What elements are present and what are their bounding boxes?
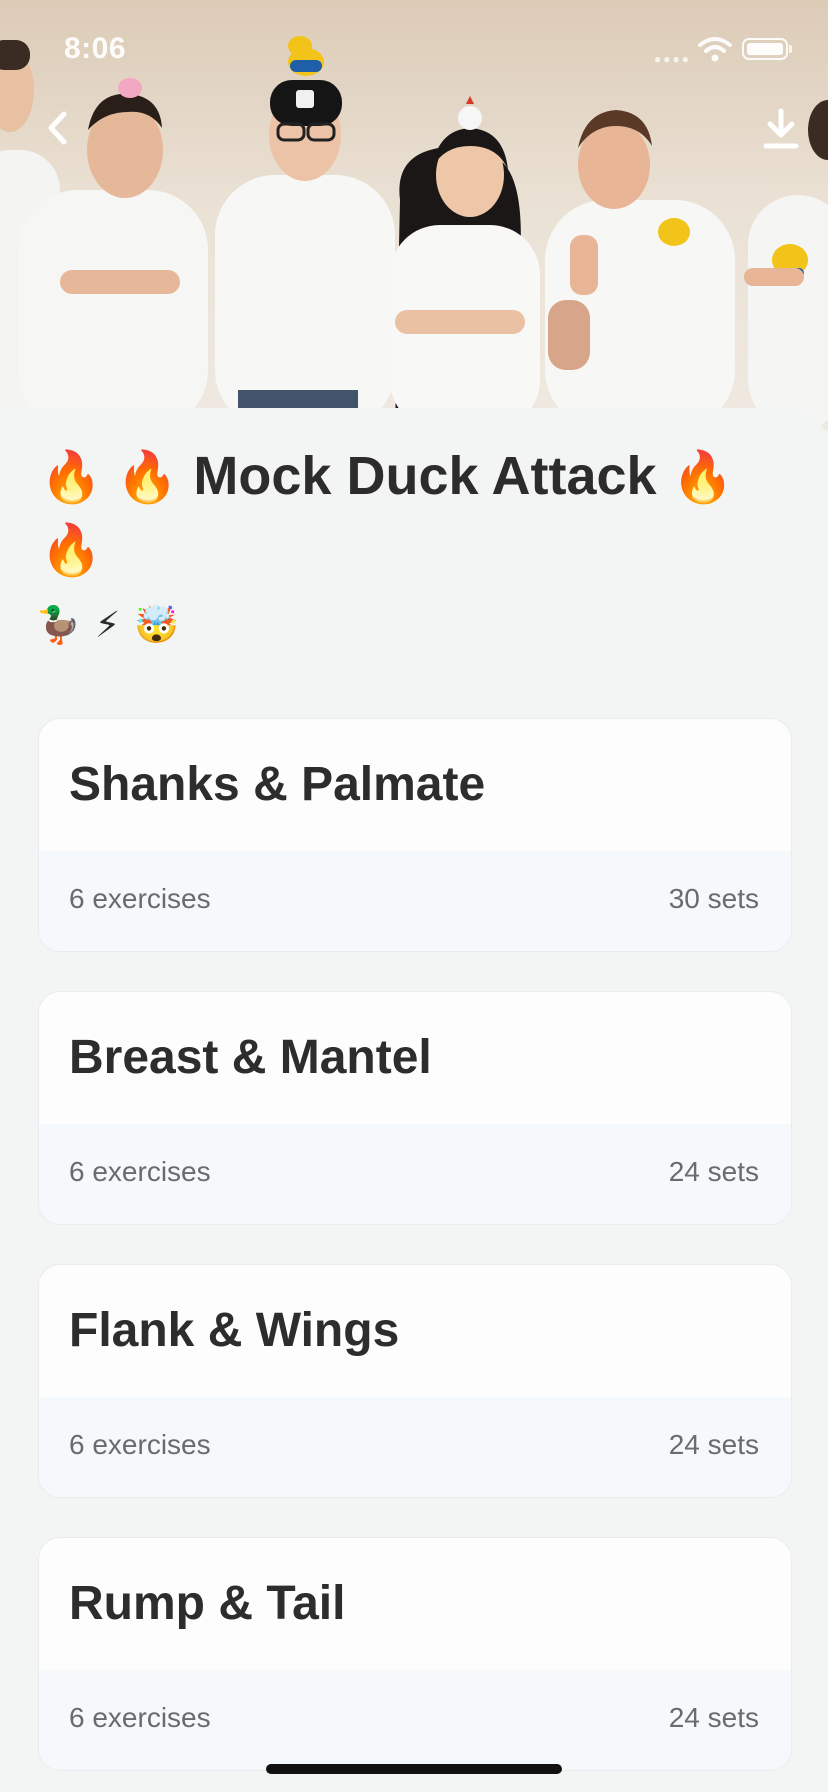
routine-emoji-row: 🦆 ⚡ 🤯 [36, 604, 185, 646]
routine-title-text: Mock Duck Attack [193, 446, 657, 506]
set-count: 24 sets [668, 1156, 759, 1187]
exercise-count: 6 exercises [69, 1156, 211, 1187]
exercise-count: 6 exercises [69, 1429, 211, 1460]
workout-card-footer: 6 exercises 30 sets [39, 851, 791, 951]
chevron-left-icon [48, 111, 67, 145]
status-time: 8:06 [64, 32, 127, 65]
wifi-icon [698, 37, 732, 62]
exercise-count: 6 exercises [69, 1702, 211, 1733]
home-indicator [266, 1764, 562, 1774]
set-count: 24 sets [668, 1429, 759, 1460]
mind-blown-emoji: 🤯 [134, 604, 185, 645]
workout-name: Rump & Tail [69, 1577, 346, 1630]
workout-name: Breast & Mantel [69, 1031, 432, 1084]
workout-name: Flank & Wings [69, 1304, 400, 1357]
routine-title: 🔥 🔥 Mock Duck Attack 🔥 🔥 [40, 440, 760, 586]
workout-card-footer: 6 exercises 24 sets [39, 1124, 791, 1224]
workout-card-footer: 6 exercises 24 sets [39, 1397, 791, 1497]
workout-card[interactable]: Breast & Mantel 6 exercises 24 sets [38, 991, 792, 1225]
duck-emoji: 🦆 [36, 604, 87, 645]
battery-icon [742, 38, 792, 60]
back-button[interactable] [36, 106, 80, 150]
workout-card-footer: 6 exercises 24 sets [39, 1670, 791, 1770]
status-bar: 8:06 ●●●● [0, 0, 828, 100]
exercise-count: 6 exercises [69, 883, 211, 914]
workout-card[interactable]: Flank & Wings 6 exercises 24 sets [38, 1264, 792, 1498]
download-button[interactable] [756, 104, 806, 154]
set-count: 24 sets [668, 1702, 759, 1733]
workout-card[interactable]: Shanks & Palmate 6 exercises 30 sets [38, 718, 792, 952]
routine-detail-screen: 8:06 ●●●● 🔥 🔥 Mock Duck Attack 🔥 🔥 🦆 ⚡ 🤯 [0, 0, 828, 1792]
set-count: 30 sets [668, 883, 759, 914]
lightning-emoji: ⚡ [94, 604, 127, 645]
signal-icon: ●●●● [654, 52, 691, 66]
title-prefix-emoji: 🔥 🔥 [40, 449, 179, 505]
download-icon [763, 108, 799, 149]
workout-name: Shanks & Palmate [69, 758, 486, 811]
workout-card[interactable]: Rump & Tail 6 exercises 24 sets [38, 1537, 792, 1771]
